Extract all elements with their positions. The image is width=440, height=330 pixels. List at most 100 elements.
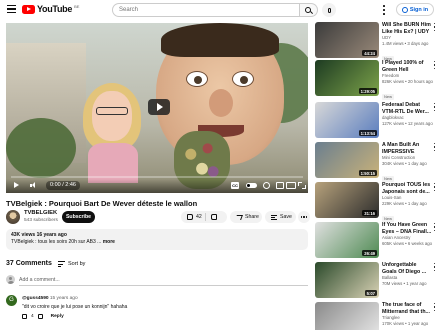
video-duration: 1:13:54 xyxy=(358,130,377,136)
volume-icon[interactable] xyxy=(30,182,37,189)
theater-icon[interactable] xyxy=(286,182,296,189)
more-vert-icon[interactable] xyxy=(433,263,436,271)
video-meta: 605K views • 6 weeks ago xyxy=(382,241,432,246)
logo-country: BE xyxy=(74,3,80,9)
more-vert-icon[interactable] xyxy=(382,4,386,16)
video-title-link[interactable]: A Man Built An IMPERSSIVE 22,000... xyxy=(382,142,432,155)
fullscreen-icon[interactable] xyxy=(298,182,306,189)
menu-icon[interactable] xyxy=(7,5,16,13)
recommended-video[interactable]: The true face of Mitterrand that th... T… xyxy=(315,302,440,330)
video-thumbnail[interactable]: 26:49 xyxy=(315,222,379,258)
video-info: Federaal Debat VTM-RTL De Wer... dagblok… xyxy=(382,102,433,127)
video-title-link[interactable]: Unforgettable Goals Of Diego ... xyxy=(382,262,432,275)
video-title-link[interactable]: Federaal Debat VTM-RTL De Wer... xyxy=(382,102,432,115)
more-vert-icon[interactable] xyxy=(433,61,436,69)
recommended-video[interactable]: 26:49 If You Have Green Eyes – DNA Final… xyxy=(315,222,440,265)
video-title-link[interactable]: Pourquoi TOUS les Japonais sont de... xyxy=(382,182,432,195)
video-thumbnail[interactable] xyxy=(315,302,379,330)
sort-icon[interactable] xyxy=(58,261,65,267)
video-info: Unforgettable Goals Of Diego ... Ballast… xyxy=(382,262,432,287)
comment-avatar[interactable]: G xyxy=(6,295,17,306)
recommended-video[interactable]: 44:24 Will She BURN Him Like His Ex? | U… xyxy=(315,22,440,65)
video-duration: 1:50:15 xyxy=(358,170,377,176)
channel-avatar[interactable] xyxy=(6,210,20,224)
video-meta: 826K views • 20 hours ago xyxy=(382,79,433,84)
video-duration: 26:49 xyxy=(362,250,377,256)
more-vert-icon[interactable] xyxy=(433,103,436,111)
video-info: The true face of Mitterrand that th... T… xyxy=(382,302,432,327)
thumb-down-icon[interactable] xyxy=(37,314,43,319)
video-info: A Man Built An IMPERSSIVE 22,000... Mini… xyxy=(382,142,432,185)
video-title-link[interactable]: Will She BURN Him Like His Ex? | UDY ... xyxy=(382,22,432,35)
more-vert-icon[interactable] xyxy=(433,223,436,231)
recommended-video[interactable]: 1:13:54 Federaal Debat VTM-RTL De Wer...… xyxy=(315,102,440,145)
settings-gear-icon[interactable] xyxy=(263,182,270,189)
search-input[interactable]: Search xyxy=(112,3,300,17)
new-badge: New xyxy=(382,216,395,222)
description-text: TVBelgiek : tous les soirs 20h sur AB3 .… xyxy=(11,239,303,246)
captions-icon[interactable]: CC xyxy=(231,182,239,189)
share-button[interactable]: Share xyxy=(230,211,262,223)
recommended-video[interactable]: 1:50:15 A Man Built An IMPERSSIVE 22,000… xyxy=(315,142,440,185)
big-play-button[interactable] xyxy=(148,99,170,115)
recommended-video[interactable]: 1:29:05 I Played 100% of Green Hell Free… xyxy=(315,60,440,103)
more-vert-icon[interactable] xyxy=(433,183,436,191)
youtube-logo-icon xyxy=(22,4,35,14)
voice-search-button[interactable] xyxy=(322,3,336,17)
like-button[interactable]: 42 xyxy=(181,213,206,221)
more-vert-icon[interactable] xyxy=(433,303,436,311)
signin-label: Sign in xyxy=(409,6,429,13)
video-thumbnail[interactable]: 1:13:54 xyxy=(315,102,379,138)
thumb-down-icon xyxy=(211,214,217,220)
user-avatar xyxy=(6,275,15,284)
subscribe-button[interactable]: Subscribe xyxy=(62,211,95,223)
recommended-video[interactable]: 5:07 Unforgettable Goals Of Diego ... Ba… xyxy=(315,262,440,305)
more-vert-icon[interactable] xyxy=(433,143,436,151)
autoplay-toggle-icon[interactable] xyxy=(246,183,257,188)
video-thumbnail[interactable]: 1:50:15 xyxy=(315,142,379,178)
sort-button[interactable]: Sort by xyxy=(68,261,85,267)
video-duration: 1:29:05 xyxy=(358,88,377,94)
video-info: If You Have Green Eyes – DNA Finall... A… xyxy=(382,222,432,247)
description-snippet: TVBelgiek : tous les soirs 20h sur AB3 .… xyxy=(11,239,102,245)
dislike-button[interactable] xyxy=(206,214,217,220)
description-meta: 43K views 16 years ago xyxy=(11,232,67,238)
video-meta: 304K views • 1 day ago xyxy=(382,161,427,166)
save-label: Save xyxy=(280,214,292,220)
video-info: I Played 100% of Green Hell Freedom 826K… xyxy=(382,60,433,103)
video-meta: 127K views • 12 years ago xyxy=(382,121,433,126)
signin-button[interactable]: Sign in xyxy=(396,3,434,16)
video-thumbnail[interactable]: 44:24 xyxy=(315,22,379,58)
more-actions-button[interactable] xyxy=(298,211,310,223)
video-duration: 31:16 xyxy=(362,210,377,216)
description-box[interactable]: 43K views 16 years ago TVBelgiek : tous … xyxy=(6,229,308,250)
add-comment-input[interactable]: Add a comment... xyxy=(19,277,308,286)
description-more-link[interactable]: more xyxy=(103,239,115,245)
channel-name[interactable]: TVBELGIEK xyxy=(24,210,57,216)
comment-age[interactable]: 15 years ago xyxy=(50,296,78,301)
user-icon xyxy=(401,6,408,13)
play-icon[interactable] xyxy=(14,182,19,188)
share-label: Share xyxy=(245,214,259,220)
video-title-link[interactable]: If You Have Green Eyes – DNA Finall... xyxy=(382,222,432,235)
youtube-logo[interactable]: YouTube BE xyxy=(22,4,79,14)
recommended-video[interactable]: 31:16 Pourquoi TOUS les Japonais sont de… xyxy=(315,182,440,225)
reply-button[interactable]: Reply xyxy=(51,314,64,319)
miniplayer-icon[interactable] xyxy=(276,182,284,189)
video-meta: 70M views • 1 year ago xyxy=(382,281,427,286)
progress-bar[interactable] xyxy=(11,176,303,178)
comment-actions: 4 Reply xyxy=(22,314,64,319)
video-thumbnail[interactable]: 5:07 xyxy=(315,262,379,298)
video-title-link[interactable]: The true face of Mitterrand that th... xyxy=(382,302,432,315)
search-button[interactable] xyxy=(300,3,318,17)
video-thumbnail[interactable]: 1:29:05 xyxy=(315,60,379,96)
thumb-up-icon[interactable] xyxy=(22,314,27,319)
video-player[interactable]: 0:00 / 2:46 CC xyxy=(6,23,308,193)
comment-text: "dit vo croire que je lui pose un konnij… xyxy=(22,304,128,310)
save-button[interactable]: Save xyxy=(265,211,296,223)
video-title-link[interactable]: I Played 100% of Green Hell xyxy=(382,60,432,73)
comment-author[interactable]: @guss4590 xyxy=(22,296,49,301)
video-thumbnail[interactable]: 31:16 xyxy=(315,182,379,218)
more-vert-icon[interactable] xyxy=(433,23,436,31)
video-info: Will She BURN Him Like His Ex? | UDY ...… xyxy=(382,22,432,65)
